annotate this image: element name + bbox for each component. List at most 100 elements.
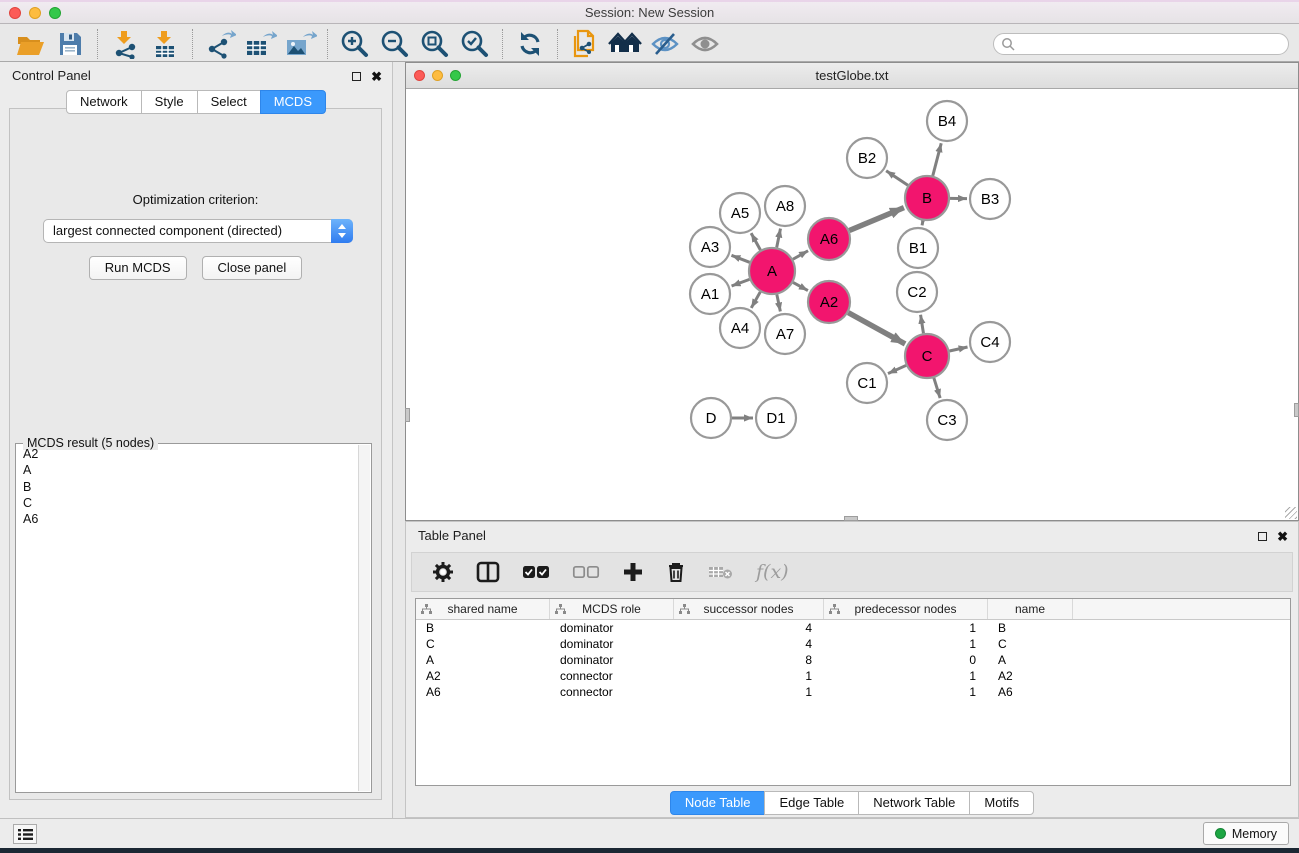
show-all-icon[interactable] xyxy=(685,28,725,60)
table-cell[interactable]: dominator xyxy=(550,620,674,636)
minimize-network-window-button[interactable] xyxy=(432,70,443,81)
column-header-shared-name[interactable]: shared name xyxy=(416,599,550,619)
graph-edge-A-A6[interactable] xyxy=(793,251,808,260)
window-grip-right[interactable] xyxy=(1294,403,1299,417)
close-panel-icon[interactable]: ✖ xyxy=(371,70,382,83)
table-cell[interactable]: 4 xyxy=(674,636,824,652)
mcds-result-item[interactable]: A2 xyxy=(18,446,357,462)
node-table[interactable]: shared nameMCDS rolesuccessor nodesprede… xyxy=(415,598,1291,786)
table-cell[interactable]: 0 xyxy=(824,652,988,668)
table-row[interactable]: A2connector11A2 xyxy=(416,668,1290,684)
close-network-window-button[interactable] xyxy=(414,70,425,81)
zoom-in-icon[interactable] xyxy=(335,28,375,60)
search-input[interactable] xyxy=(1015,35,1288,53)
zoom-out-icon[interactable] xyxy=(375,28,415,60)
graph-edge-C-C4[interactable] xyxy=(949,347,967,351)
tab-node-table[interactable]: Node Table xyxy=(670,791,766,815)
table-cell[interactable]: connector xyxy=(550,684,674,700)
graph-edge-B-B2[interactable] xyxy=(886,171,908,185)
import-network-icon[interactable] xyxy=(105,28,145,60)
close-table-panel-icon[interactable]: ✖ xyxy=(1277,530,1288,543)
table-row[interactable]: Bdominator41B xyxy=(416,620,1290,636)
table-cell[interactable]: 1 xyxy=(674,684,824,700)
tab-mcds[interactable]: MCDS xyxy=(260,90,326,114)
run-mcds-button[interactable]: Run MCDS xyxy=(89,256,187,280)
mcds-result-list[interactable]: A2ABCA6 xyxy=(18,446,357,790)
zoom-fit-icon[interactable] xyxy=(415,28,455,60)
graph-edge-B-B4[interactable] xyxy=(933,143,941,175)
column-header-successor-nodes[interactable]: successor nodes xyxy=(674,599,824,619)
column-header-predecessor-nodes[interactable]: predecessor nodes xyxy=(824,599,988,619)
maximize-network-window-button[interactable] xyxy=(450,70,461,81)
graph-edge-A-A8[interactable] xyxy=(777,229,781,248)
clear-checkboxes-icon[interactable] xyxy=(572,564,600,580)
network-canvas[interactable]: B4B2BB3B1A5A8A6A3AA1C2A2A4A7C4CC1C3DD1 xyxy=(406,89,1298,520)
graph-edge-A-A7[interactable] xyxy=(777,295,781,312)
export-network-icon[interactable] xyxy=(200,28,240,60)
mcds-result-scrollbar[interactable] xyxy=(358,445,370,791)
tab-network-table[interactable]: Network Table xyxy=(858,791,970,815)
tab-select[interactable]: Select xyxy=(197,90,261,114)
split-columns-icon[interactable] xyxy=(476,561,500,583)
table-cell[interactable]: 1 xyxy=(824,620,988,636)
delete-table-icon[interactable] xyxy=(708,563,734,581)
table-row[interactable]: A6connector11A6 xyxy=(416,684,1290,700)
zoom-selected-icon[interactable] xyxy=(455,28,495,60)
column-header-name[interactable]: name xyxy=(988,599,1073,619)
table-row[interactable]: Adominator80A xyxy=(416,652,1290,668)
graph-edge-A-A1[interactable] xyxy=(732,279,750,286)
import-table-icon[interactable] xyxy=(145,28,185,60)
table-cell[interactable]: 8 xyxy=(674,652,824,668)
delete-column-icon[interactable] xyxy=(666,561,686,583)
export-table-icon[interactable] xyxy=(240,28,280,60)
mcds-result-item[interactable]: A6 xyxy=(18,511,357,527)
table-cell[interactable]: A xyxy=(416,652,550,668)
function-builder-icon[interactable]: f(x) xyxy=(756,561,789,583)
graph-edge-A-A4[interactable] xyxy=(751,292,760,308)
graph-edge-C-C2[interactable] xyxy=(921,315,924,334)
float-table-panel-icon[interactable] xyxy=(1258,532,1267,541)
minimize-window-button[interactable] xyxy=(29,7,41,19)
graph-edge-C-C1[interactable] xyxy=(888,365,906,373)
network-window-titlebar[interactable]: testGlobe.txt xyxy=(406,63,1298,89)
table-cell[interactable]: A2 xyxy=(416,668,550,684)
table-cell[interactable]: C xyxy=(416,636,550,652)
first-neighbors-icon[interactable] xyxy=(605,28,645,60)
tab-style[interactable]: Style xyxy=(141,90,198,114)
column-header-MCDS-role[interactable]: MCDS role xyxy=(550,599,674,619)
table-cell[interactable]: B xyxy=(416,620,550,636)
tab-network[interactable]: Network xyxy=(66,90,142,114)
graph-edge-A2-C[interactable] xyxy=(848,313,905,344)
optimization-criterion-dropdown[interactable]: largest connected component (directed) xyxy=(43,219,353,243)
table-cell[interactable]: 1 xyxy=(674,668,824,684)
graph-edge-A-A2[interactable] xyxy=(793,282,808,290)
table-cell[interactable]: 4 xyxy=(674,620,824,636)
window-resize-grip[interactable] xyxy=(1285,507,1297,519)
table-cell[interactable]: C xyxy=(988,636,1073,652)
memory-button[interactable]: Memory xyxy=(1203,822,1289,845)
maximize-window-button[interactable] xyxy=(49,7,61,19)
table-cell[interactable]: A2 xyxy=(988,668,1073,684)
gear-icon[interactable] xyxy=(432,561,454,583)
table-cell[interactable]: A6 xyxy=(416,684,550,700)
graph-edge-B-B1[interactable] xyxy=(922,221,923,226)
table-cell[interactable]: connector xyxy=(550,668,674,684)
graph-edge-A6-B[interactable] xyxy=(849,208,904,231)
table-cell[interactable]: dominator xyxy=(550,636,674,652)
graph-edge-A-A3[interactable] xyxy=(731,255,749,262)
show-panel-list-icon[interactable] xyxy=(13,824,37,844)
graph-edge-C-C3[interactable] xyxy=(934,378,940,398)
table-row[interactable]: Cdominator41C xyxy=(416,636,1290,652)
new-network-from-selection-icon[interactable] xyxy=(565,28,605,60)
table-cell[interactable]: 1 xyxy=(824,668,988,684)
mcds-result-item[interactable]: A xyxy=(18,462,357,478)
network-graph[interactable]: B4B2BB3B1A5A8A6A3AA1C2A2A4A7C4CC1C3DD1 xyxy=(406,89,1298,520)
graph-edge-A-A5[interactable] xyxy=(751,233,760,250)
close-window-button[interactable] xyxy=(9,7,21,19)
mcds-result-item[interactable]: B xyxy=(18,479,357,495)
mcds-result-item[interactable]: C xyxy=(18,495,357,511)
table-cell[interactable]: 1 xyxy=(824,684,988,700)
float-panel-icon[interactable] xyxy=(352,72,361,81)
table-cell[interactable]: A6 xyxy=(988,684,1073,700)
tab-motifs[interactable]: Motifs xyxy=(969,791,1034,815)
